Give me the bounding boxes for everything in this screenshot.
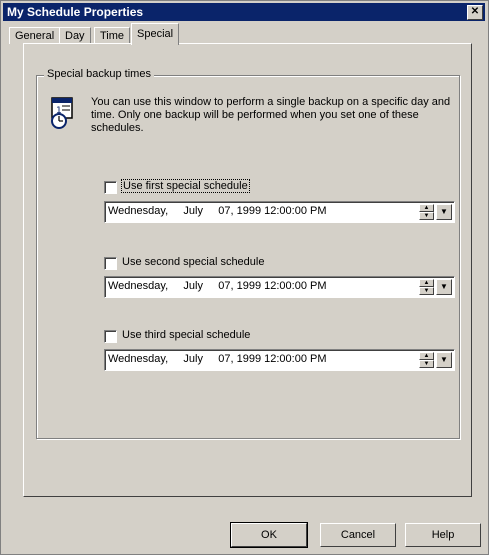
spin-up-icon[interactable]: ▲ [419, 352, 434, 360]
spin-down-icon[interactable]: ▼ [419, 287, 434, 295]
tab-time[interactable]: Time [94, 27, 131, 44]
third-schedule-label[interactable]: Use third special schedule [122, 329, 250, 341]
calendar-clock-icon: 1 [51, 97, 73, 129]
third-schedule-checkbox[interactable] [104, 330, 117, 343]
close-icon[interactable]: ✕ [471, 6, 479, 17]
first-schedule-spinner[interactable]: ▲ ▼ [419, 204, 434, 220]
properties-dialog: My Schedule Properties ✕ General Day Tim… [0, 0, 489, 555]
first-schedule-value: Wednesday, July 07, 1999 12:00:00 PM [108, 205, 327, 217]
first-schedule-label[interactable]: Use first special schedule [121, 179, 250, 193]
third-schedule-dropdown-icon[interactable]: ▼ [436, 352, 452, 368]
first-schedule-dropdown-icon[interactable]: ▼ [436, 204, 452, 220]
ok-button[interactable]: OK [230, 522, 308, 548]
second-schedule-label[interactable]: Use second special schedule [122, 256, 264, 268]
second-schedule-spinner[interactable]: ▲ ▼ [419, 279, 434, 295]
third-schedule-datetime[interactable]: Wednesday, July 07, 1999 12:00:00 PM ▲ ▼… [104, 349, 455, 371]
first-schedule-checkbox[interactable] [104, 181, 117, 194]
second-schedule-value: Wednesday, July 07, 1999 12:00:00 PM [108, 280, 327, 292]
second-schedule-datetime[interactable]: Wednesday, July 07, 1999 12:00:00 PM ▲ ▼… [104, 276, 455, 298]
spin-up-icon[interactable]: ▲ [419, 279, 434, 287]
spin-up-icon[interactable]: ▲ [419, 204, 434, 212]
second-schedule-dropdown-icon[interactable]: ▼ [436, 279, 452, 295]
third-schedule-spinner[interactable]: ▲ ▼ [419, 352, 434, 368]
spin-down-icon[interactable]: ▼ [419, 360, 434, 368]
tab-panel-special: Special backup times 1 You can use this … [23, 43, 472, 497]
tab-special[interactable]: Special [131, 23, 180, 45]
second-schedule-checkbox[interactable] [104, 257, 117, 270]
cancel-button[interactable]: Cancel [320, 523, 396, 547]
first-schedule-datetime[interactable]: Wednesday, July 07, 1999 12:00:00 PM ▲ ▼… [104, 201, 455, 223]
tab-general[interactable]: General [9, 27, 61, 44]
third-schedule-value: Wednesday, July 07, 1999 12:00:00 PM [108, 353, 327, 365]
group-label: Special backup times [44, 68, 154, 80]
close-button[interactable]: ✕ [467, 5, 483, 20]
tab-day[interactable]: Day [59, 27, 91, 44]
title-bar: My Schedule Properties ✕ [3, 3, 485, 21]
description-text: You can use this window to perform a sin… [91, 96, 451, 134]
spin-down-icon[interactable]: ▼ [419, 212, 434, 220]
help-button[interactable]: Help [405, 523, 481, 547]
special-backup-group: Special backup times 1 You can use this … [36, 68, 460, 439]
dialog-title: My Schedule Properties [7, 5, 144, 19]
